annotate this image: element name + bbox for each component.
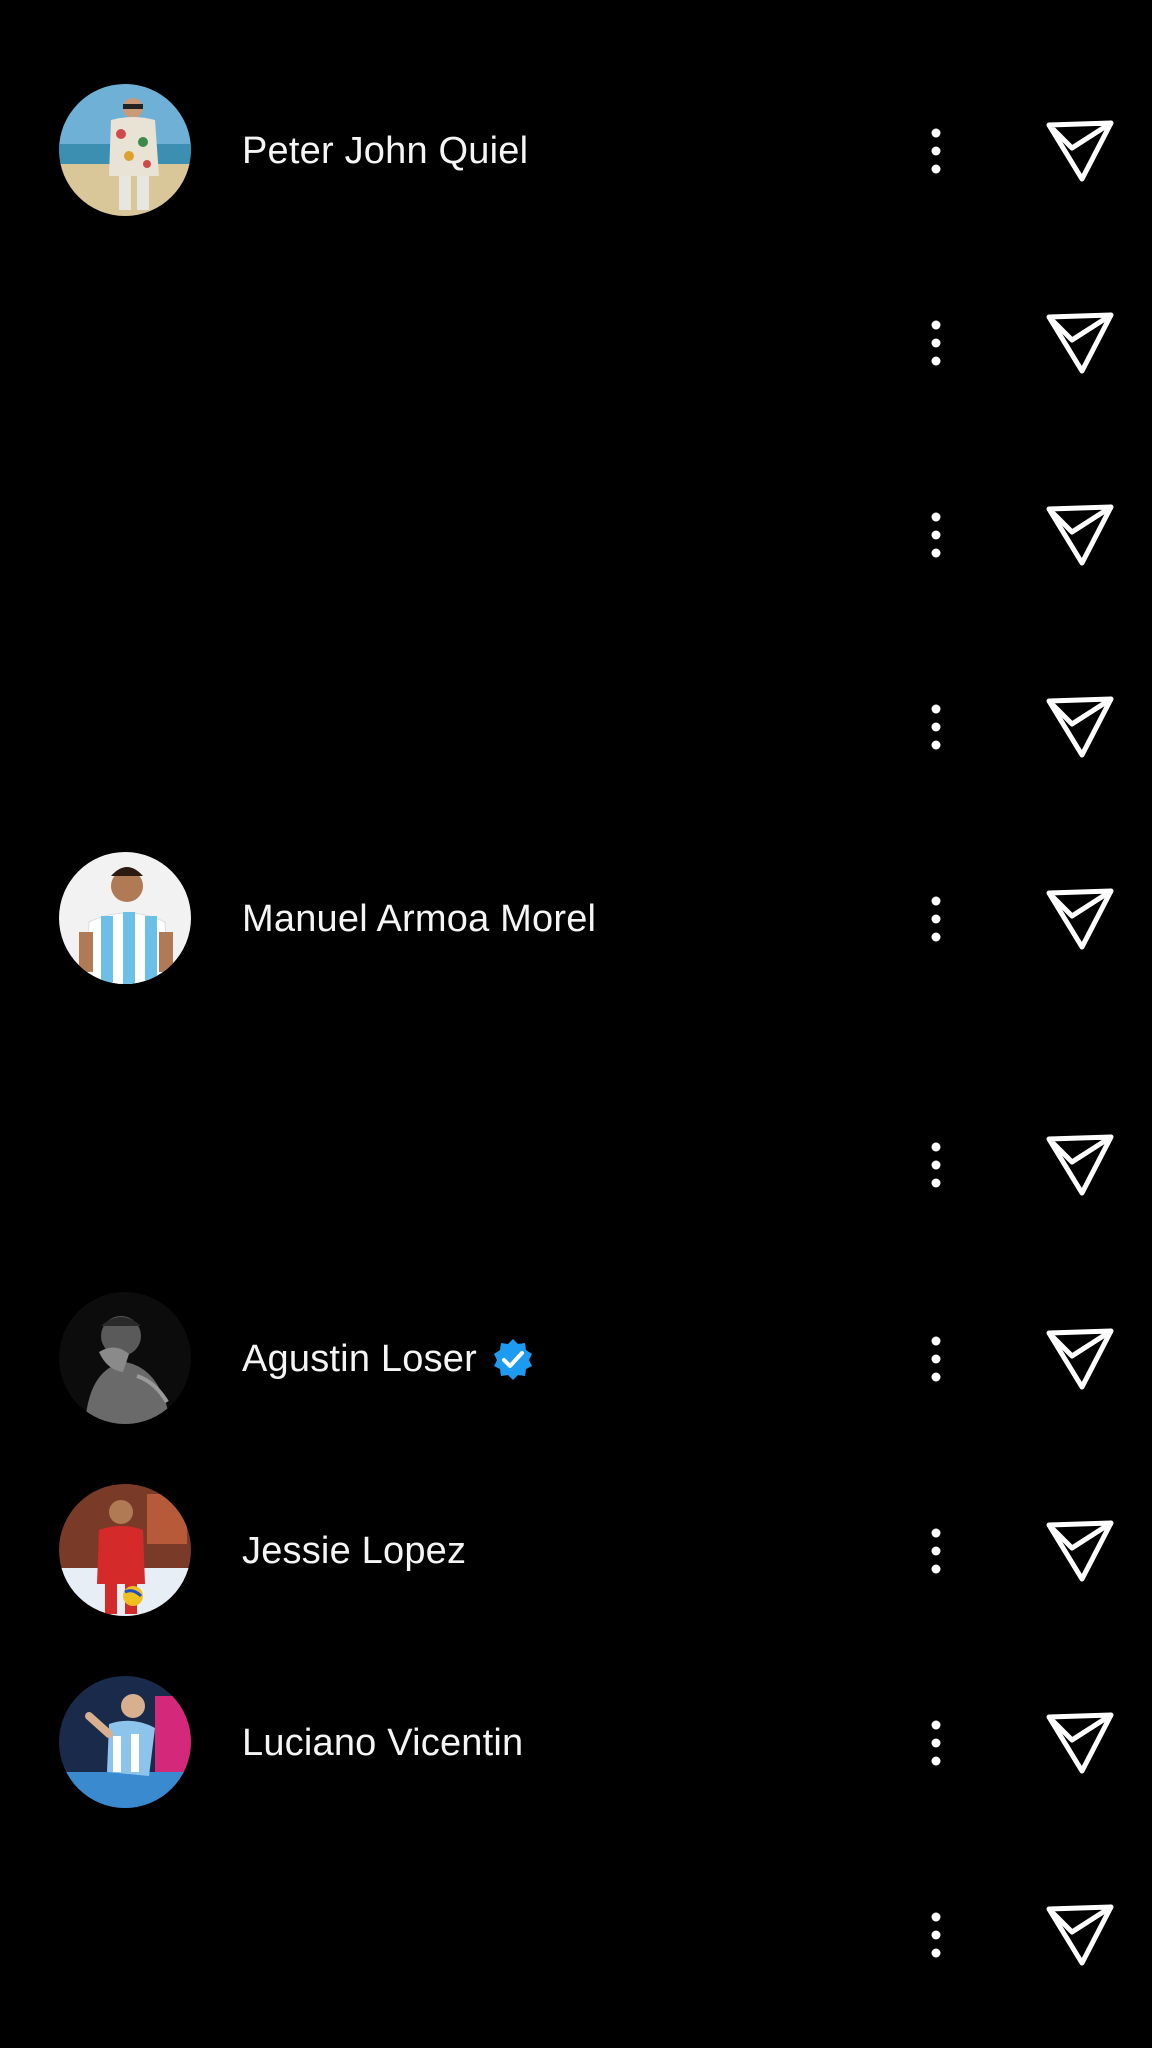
more-options-button[interactable] xyxy=(920,1135,952,1195)
more-options-button[interactable] xyxy=(920,121,952,181)
more-options-button[interactable] xyxy=(920,505,952,565)
list-item[interactable] xyxy=(0,1090,1152,1240)
more-vertical-icon xyxy=(931,1720,941,1766)
avatar[interactable] xyxy=(59,852,191,984)
list-item[interactable] xyxy=(0,1860,1152,2010)
more-vertical-icon xyxy=(931,1912,941,1958)
more-options-button[interactable] xyxy=(920,1521,952,1581)
send-button[interactable] xyxy=(1040,1703,1120,1783)
paper-plane-send-icon xyxy=(1046,1134,1114,1196)
user-name: Luciano Vicentin xyxy=(242,1721,524,1764)
paper-plane-send-icon xyxy=(1046,1712,1114,1774)
paper-plane-send-icon xyxy=(1046,1904,1114,1966)
avatar[interactable] xyxy=(59,1292,191,1424)
more-vertical-icon xyxy=(931,704,941,750)
user-name: Jessie Lopez xyxy=(242,1529,467,1572)
list-item[interactable]: Jessie Lopez xyxy=(0,1476,1152,1626)
send-button[interactable] xyxy=(1040,687,1120,767)
more-options-button[interactable] xyxy=(920,889,952,949)
avatar-image xyxy=(59,1484,191,1616)
list-item[interactable]: Manuel Armoa Morel xyxy=(0,844,1152,994)
avatar-image xyxy=(59,852,191,984)
name-container: Luciano Vicentin xyxy=(242,1713,523,1773)
name-container: Peter John Quiel xyxy=(242,121,528,181)
send-button[interactable] xyxy=(1040,879,1120,959)
paper-plane-send-icon xyxy=(1046,120,1114,182)
user-name: Peter John Quiel xyxy=(242,129,529,172)
send-button[interactable] xyxy=(1040,303,1120,383)
list-item[interactable] xyxy=(0,268,1152,418)
more-vertical-icon xyxy=(931,1528,941,1574)
more-vertical-icon xyxy=(931,512,941,558)
send-button[interactable] xyxy=(1040,111,1120,191)
more-options-button[interactable] xyxy=(920,1329,952,1389)
send-button[interactable] xyxy=(1040,495,1120,575)
more-options-button[interactable] xyxy=(920,313,952,373)
paper-plane-send-icon xyxy=(1046,312,1114,374)
user-name: Agustin Loser xyxy=(242,1337,477,1380)
more-options-button[interactable] xyxy=(920,1905,952,1965)
more-options-button[interactable] xyxy=(920,1713,952,1773)
list-item[interactable] xyxy=(0,652,1152,802)
send-button[interactable] xyxy=(1040,1511,1120,1591)
paper-plane-send-icon xyxy=(1046,696,1114,758)
avatar-image xyxy=(59,1292,191,1424)
avatar-image xyxy=(59,1676,191,1808)
avatar[interactable] xyxy=(59,1484,191,1616)
more-vertical-icon xyxy=(931,128,941,174)
list-item[interactable] xyxy=(0,460,1152,610)
name-container: Manuel Armoa Morel xyxy=(242,889,596,949)
list-item[interactable]: Peter John Quiel xyxy=(0,76,1152,226)
avatar-image xyxy=(59,84,191,216)
send-button[interactable] xyxy=(1040,1319,1120,1399)
avatar[interactable] xyxy=(59,1676,191,1808)
avatar[interactable] xyxy=(59,84,191,216)
verified-badge-icon xyxy=(493,1339,532,1380)
name-container: Jessie Lopez xyxy=(242,1521,466,1581)
list-item[interactable]: Agustin Loser xyxy=(0,1284,1152,1434)
paper-plane-send-icon xyxy=(1046,888,1114,950)
more-options-button[interactable] xyxy=(920,697,952,757)
more-vertical-icon xyxy=(931,1336,941,1382)
send-button[interactable] xyxy=(1040,1895,1120,1975)
send-button[interactable] xyxy=(1040,1125,1120,1205)
paper-plane-send-icon xyxy=(1046,1328,1114,1390)
more-vertical-icon xyxy=(931,320,941,366)
user-name: Manuel Armoa Morel xyxy=(242,897,597,940)
paper-plane-send-icon xyxy=(1046,1520,1114,1582)
name-container: Agustin Loser xyxy=(242,1329,535,1389)
paper-plane-send-icon xyxy=(1046,504,1114,566)
more-vertical-icon xyxy=(931,1142,941,1188)
more-vertical-icon xyxy=(931,896,941,942)
list-item[interactable]: Luciano Vicentin xyxy=(0,1668,1152,1818)
